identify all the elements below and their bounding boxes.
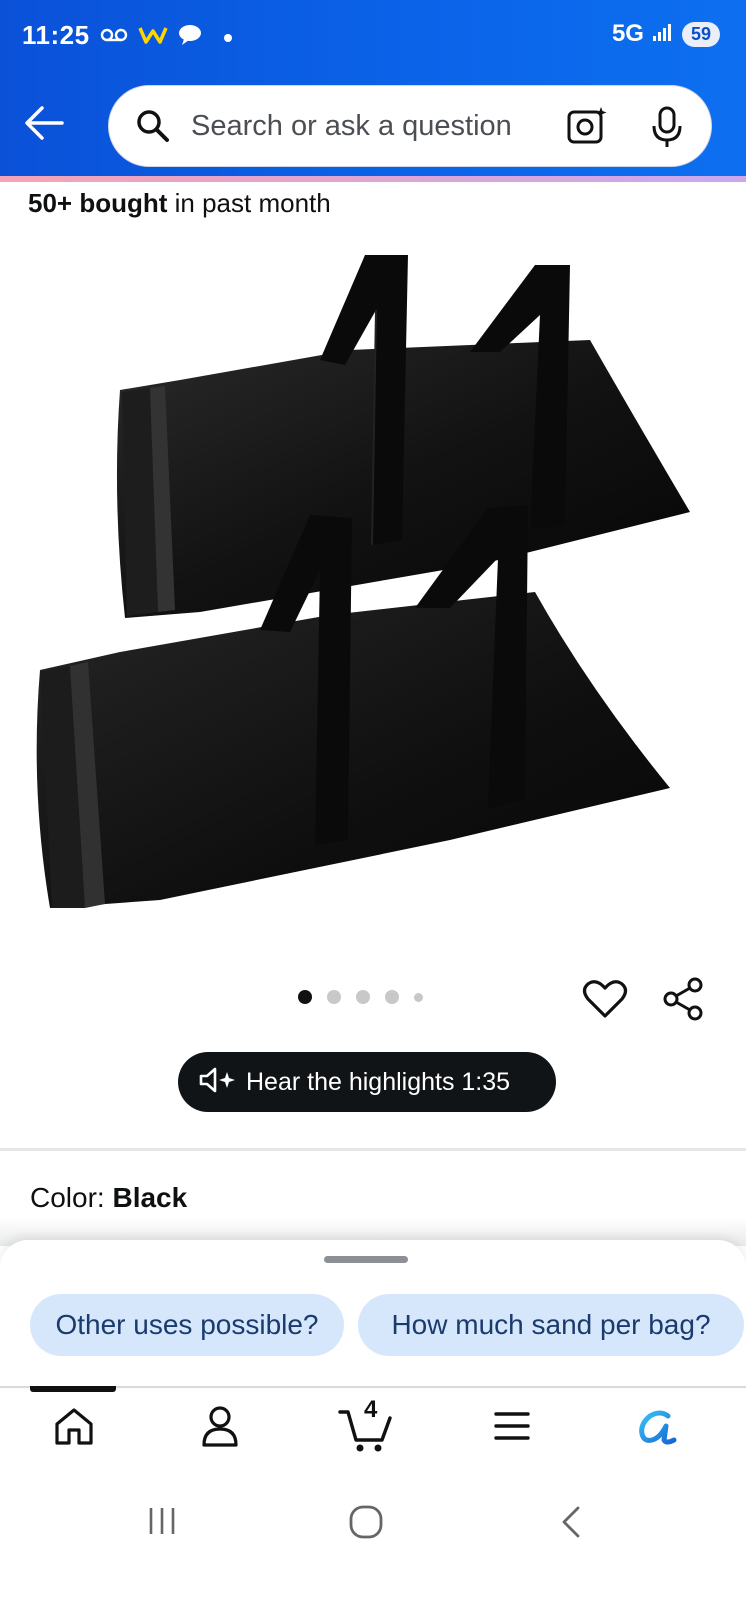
cart-count: 4	[364, 1396, 378, 1423]
color-selector: Color: Black	[30, 1182, 187, 1214]
account-icon[interactable]	[196, 1402, 244, 1455]
rufus-icon[interactable]	[634, 1402, 684, 1455]
bottom-nav: 4	[0, 1392, 746, 1472]
camera-search-icon[interactable]	[565, 104, 609, 153]
app-notification-icon	[138, 25, 168, 50]
menu-icon[interactable]	[490, 1402, 534, 1455]
speaker-sparkle-icon	[198, 1066, 238, 1099]
chat-icon	[178, 24, 202, 51]
search-bar[interactable]: Search or ask a question	[108, 85, 712, 167]
battery-badge: 59	[681, 21, 720, 47]
system-back-icon[interactable]	[556, 1504, 584, 1545]
more-notifications-icon	[224, 33, 232, 42]
carousel-dot[interactable]	[385, 990, 399, 1004]
carousel-dot[interactable]	[356, 990, 370, 1004]
header-accent-line	[0, 176, 746, 182]
hear-highlights-button[interactable]: Hear the highlights 1:35	[178, 1052, 556, 1112]
suggestions-sheet: Other uses possible? How much sand per b…	[0, 1240, 746, 1388]
home-icon[interactable]	[50, 1402, 98, 1455]
bought-count: 50+ bought	[28, 188, 168, 218]
recent-apps-icon[interactable]	[146, 1504, 178, 1543]
sandbag-upper	[116, 255, 690, 618]
color-label: Color:	[30, 1182, 113, 1213]
cart-icon[interactable]: 4	[334, 1394, 400, 1459]
network-type: 5G	[611, 20, 644, 47]
carousel-dot[interactable]	[327, 990, 341, 1004]
back-arrow-icon[interactable]	[22, 103, 66, 143]
system-nav-bar	[0, 1472, 746, 1600]
suggestion-chip[interactable]: How much sand per bag?	[358, 1294, 744, 1356]
share-icon[interactable]	[660, 976, 706, 1027]
bought-suffix: in past month	[167, 188, 331, 218]
status-bar: 11:25 5G 59	[0, 0, 746, 76]
bought-in-past-month: 50+ bought in past month	[28, 188, 331, 219]
section-divider	[0, 1148, 746, 1151]
carousel-dot-active[interactable]	[298, 990, 312, 1004]
notification-icons	[100, 24, 232, 51]
microphone-icon[interactable]	[649, 104, 685, 155]
sheet-drag-handle[interactable]	[324, 1256, 408, 1263]
suggestion-chip[interactable]: Other uses possible?	[30, 1294, 344, 1356]
home-button-icon[interactable]	[348, 1504, 384, 1545]
heart-icon[interactable]	[582, 978, 628, 1025]
voicemail-icon	[100, 27, 128, 48]
signal-icon	[652, 22, 674, 47]
search-icon	[135, 108, 171, 149]
header-bar: 11:25 5G 59 Search or ask a question	[0, 0, 746, 182]
carousel-dot[interactable]	[414, 992, 423, 1002]
hear-highlights-label: Hear the highlights 1:35	[246, 1067, 511, 1096]
status-time: 11:25	[22, 20, 90, 50]
product-image[interactable]	[30, 240, 720, 920]
color-value: Black	[112, 1182, 188, 1213]
search-placeholder[interactable]: Search or ask a question	[191, 110, 512, 143]
right-status: 5G 59	[612, 20, 720, 48]
image-carousel-dots[interactable]	[298, 990, 423, 1004]
